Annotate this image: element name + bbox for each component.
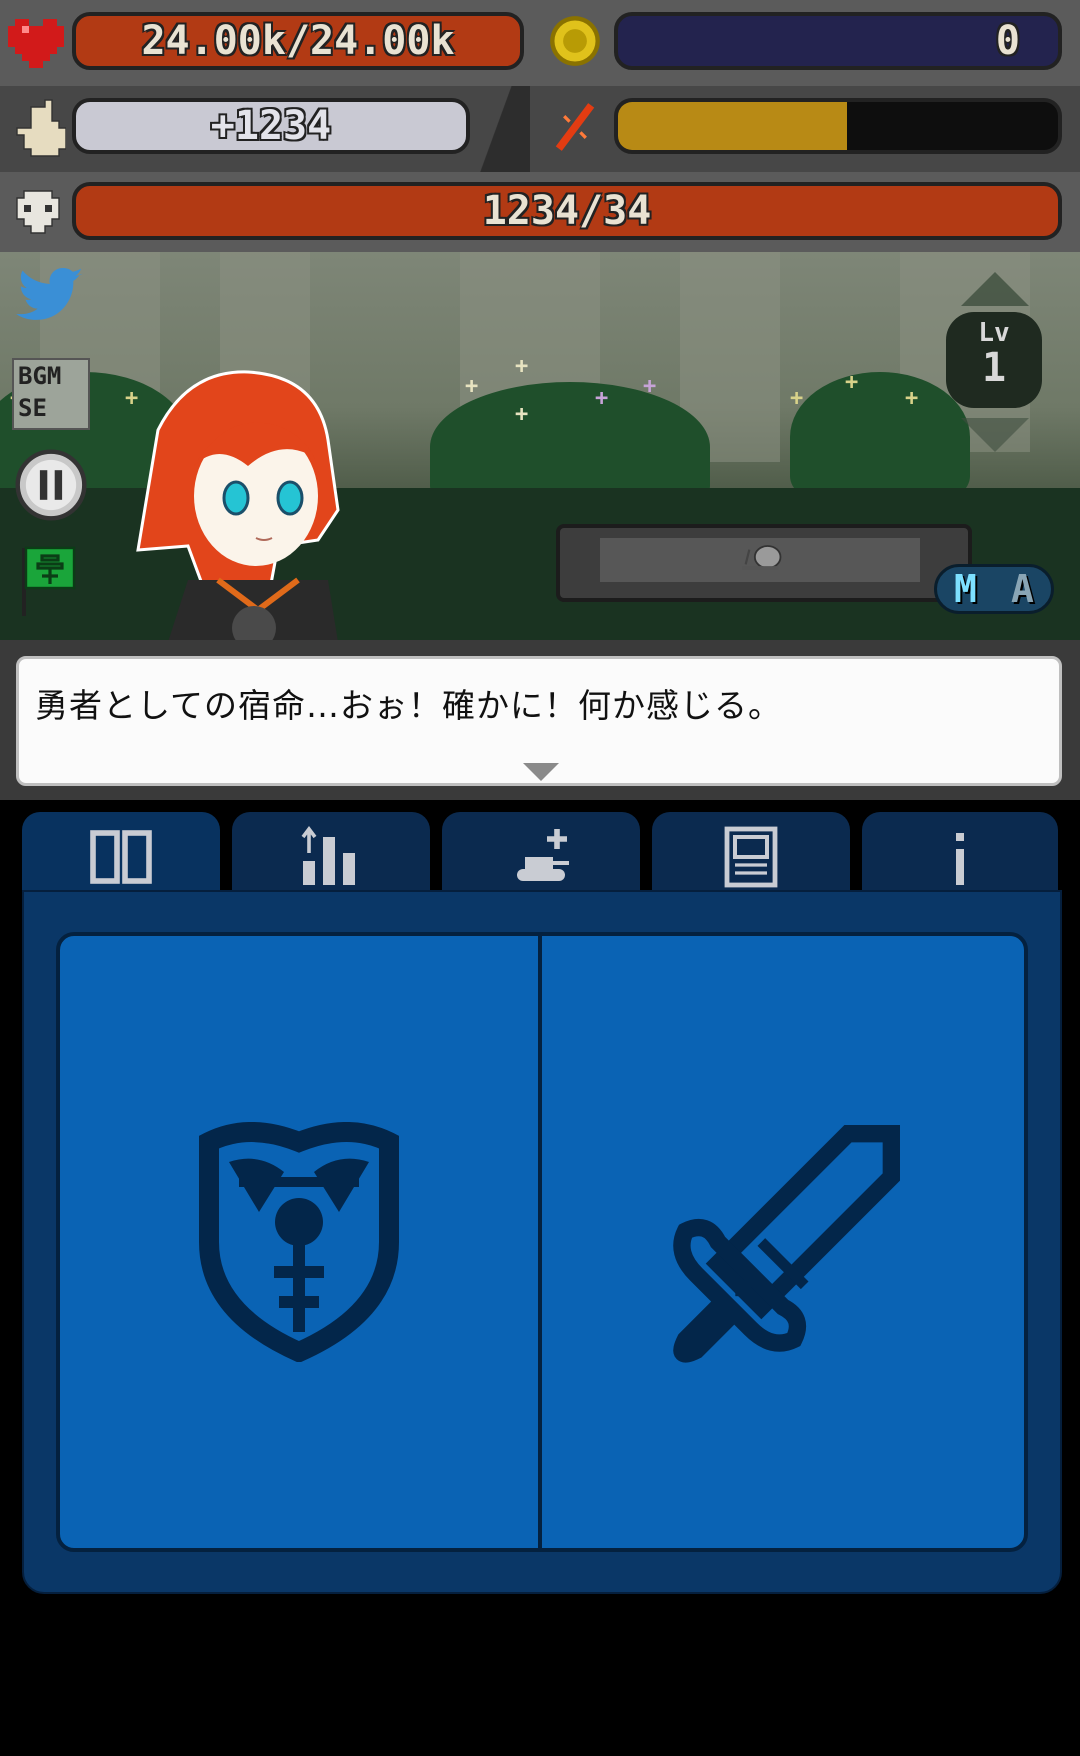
bgm-toggle[interactable]: BGM: [18, 360, 88, 392]
sparkle: +: [790, 386, 804, 411]
bush: [790, 372, 970, 502]
sparkle: +: [595, 386, 609, 411]
manual-mode-button[interactable]: M: [954, 567, 977, 611]
panel-body: [22, 890, 1062, 1594]
special-gauge: [614, 98, 1062, 154]
shield-icon: [199, 1122, 399, 1362]
dialog-text: 勇者としての宿命…おぉ！確かに！何か感じる。: [35, 686, 783, 725]
hp-text: 24.00k/24.00k: [141, 18, 455, 64]
heart-icon: [8, 19, 64, 68]
enemy-hp-text: 1234/34: [482, 188, 652, 234]
enemy-platform[interactable]: [556, 524, 972, 602]
flag-icon[interactable]: [18, 544, 82, 616]
level-up-arrow[interactable]: [958, 272, 1032, 306]
tab-cards[interactable]: [22, 812, 220, 902]
dialog-area: 勇者としての宿命…おぉ！確かに！何か感じる。: [0, 640, 1080, 800]
sparkle: +: [515, 354, 529, 379]
hero-character: [136, 370, 340, 640]
se-toggle[interactable]: SE: [18, 392, 88, 424]
upgrade-stats-icon: [301, 826, 355, 885]
tab-units[interactable]: [442, 812, 640, 902]
skull-icon: [16, 190, 60, 234]
sparkle: +: [465, 374, 479, 399]
hud-row-tap-special: +1234: [0, 86, 1080, 172]
level-value: 1: [981, 345, 1007, 391]
coin-count: 0: [995, 18, 1020, 64]
special-gauge-fill: [618, 102, 847, 150]
mode-toggle[interactable]: M A: [934, 564, 1054, 614]
bottom-panel: [0, 800, 1080, 1756]
computer-icon: [724, 826, 778, 888]
level-down-arrow[interactable]: [958, 418, 1032, 452]
defense-card[interactable]: [56, 932, 542, 1552]
coin-bar: 0: [614, 12, 1062, 70]
sparkle: +: [643, 374, 657, 399]
sword-icon: [673, 1125, 900, 1363]
level-display: Lv 1: [946, 312, 1042, 408]
hud-row-hp-coins: 24.00k/24.00k 0: [0, 0, 1080, 86]
pause-button[interactable]: [14, 448, 88, 522]
tap-hand-icon: [16, 99, 66, 157]
info-icon: [956, 833, 964, 885]
tab-upgrade[interactable]: [232, 812, 430, 902]
attack-card[interactable]: [538, 932, 1028, 1552]
tap-damage-text: +1234: [210, 103, 332, 149]
dialog-next-arrow-icon[interactable]: [523, 763, 559, 781]
hp-bar: 24.00k/24.00k: [72, 12, 524, 70]
sparkle: +: [905, 386, 919, 411]
sound-toggle-panel[interactable]: BGM SE: [12, 358, 90, 430]
tank-add-icon: [517, 829, 569, 881]
battle-scene[interactable]: + + + + + + + + + + BGM SE: [0, 252, 1080, 640]
slash-skill-icon: [555, 103, 595, 151]
snail-enemy[interactable]: [742, 542, 786, 572]
card-divider: [538, 932, 542, 1552]
auto-mode-button[interactable]: A: [1011, 567, 1034, 611]
hud-divider: [470, 86, 530, 172]
tab-info[interactable]: [862, 812, 1058, 902]
twitter-icon[interactable]: [16, 268, 86, 326]
cards-icon: [90, 830, 152, 884]
hud-row-enemy: 1234/34: [0, 172, 1080, 252]
sparkle: +: [845, 370, 859, 395]
sparkle: +: [515, 402, 529, 427]
enemy-hp-bar: 1234/34: [72, 182, 1062, 240]
level-label: Lv: [978, 318, 1010, 348]
tap-damage-bar: +1234: [72, 98, 470, 154]
tab-computer[interactable]: [652, 812, 850, 902]
dialog-box[interactable]: 勇者としての宿命…おぉ！確かに！何か感じる。: [16, 656, 1062, 786]
coin-icon: [550, 16, 600, 66]
